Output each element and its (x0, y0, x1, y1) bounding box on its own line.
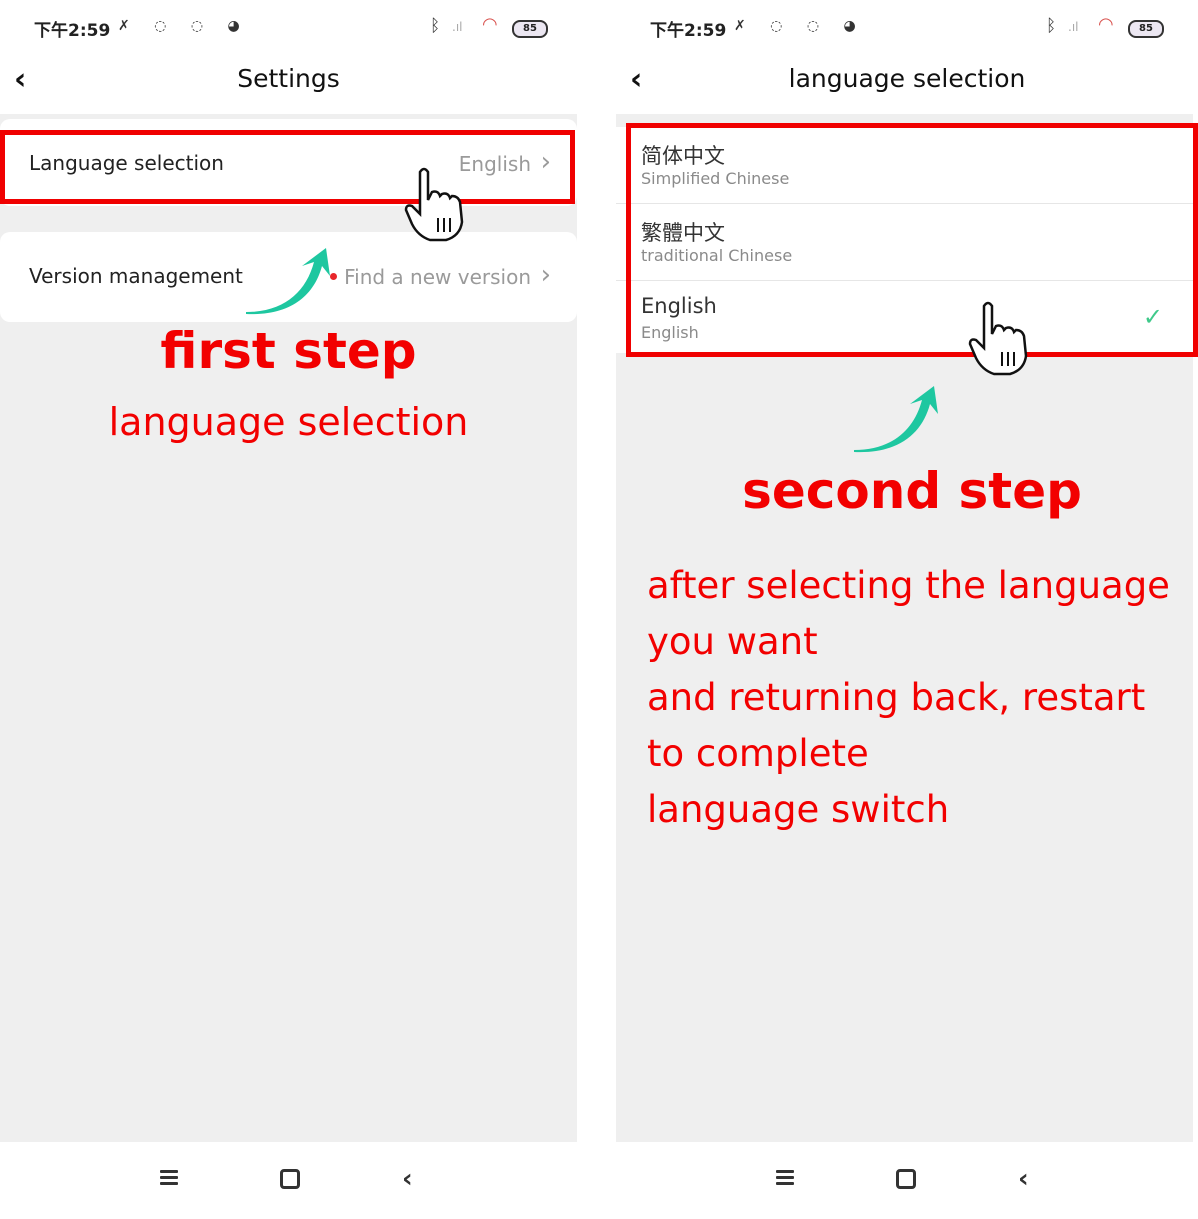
language-selection-screen: 下午2:59 ✗ ◌ ◌ ◕ ᛒ .ıl ◠ 85 ‹ language sel… (616, 0, 1198, 1219)
language-content: 简体中文 Simplified Chinese 繁體中文 traditional… (616, 114, 1198, 1142)
back-nav-icon[interactable]: ‹ (1018, 1164, 1029, 1194)
settings-content: Language selection English › Version man… (0, 114, 577, 1142)
note-line: you want (647, 620, 818, 663)
highlight-box (626, 123, 1198, 357)
bluetooth-icon: ᛒ (1046, 16, 1057, 36)
wifi-icon: ◠ (482, 14, 498, 35)
bluetooth-icon: ᛒ (430, 16, 441, 36)
signal-icon: .ıl (1068, 20, 1079, 34)
curved-arrow-icon (246, 248, 330, 315)
step-label: first step (160, 322, 417, 380)
home-nav-icon[interactable] (896, 1169, 916, 1189)
notification-icons: ✗ ◌ ◌ ◕ (118, 18, 250, 34)
note-line: and returning back, restart (647, 676, 1146, 719)
highlight-box (0, 130, 575, 204)
status-bar: 下午2:59 ✗ ◌ ◌ ◕ ᛒ .ıl ◠ 85 (0, 0, 577, 56)
hand-pointer-icon (404, 167, 464, 242)
notification-icons: ✗ ◌ ◌ ◕ (734, 18, 866, 34)
app-header: ‹ Settings (0, 56, 577, 114)
note-line: to complete (647, 732, 869, 775)
page-title: language selection (788, 64, 1026, 93)
step-label: second step (742, 462, 1082, 520)
row-label: Version management (29, 264, 243, 288)
status-time: 下午2:59 (34, 21, 111, 41)
step-note: language selection (108, 400, 469, 444)
hand-pointer-icon (968, 301, 1028, 376)
menu-nav-icon[interactable] (160, 1170, 178, 1186)
battery-icon: 85 (1128, 20, 1164, 38)
step-note: after selecting the language you want an… (647, 558, 1192, 838)
row-value: Find a new version (344, 265, 531, 289)
back-nav-icon[interactable]: ‹ (402, 1164, 413, 1194)
menu-nav-icon[interactable] (776, 1170, 794, 1186)
note-line: after selecting the language (647, 564, 1170, 607)
nav-bar: ‹ (0, 1142, 577, 1219)
signal-icon: .ıl (452, 20, 463, 34)
status-bar: 下午2:59 ✗ ◌ ◌ ◕ ᛒ .ıl ◠ 85 (616, 0, 1198, 56)
chevron-right-icon: › (540, 260, 551, 290)
note-line: language switch (647, 788, 950, 831)
curved-arrow-icon (854, 386, 938, 453)
battery-icon: 85 (512, 20, 548, 38)
home-nav-icon[interactable] (280, 1169, 300, 1189)
app-header: ‹ language selection (616, 56, 1198, 114)
wifi-icon: ◠ (1098, 14, 1114, 35)
status-time: 下午2:59 (650, 21, 727, 41)
nav-bar: ‹ (616, 1142, 1198, 1219)
settings-screen: 下午2:59 ✗ ◌ ◌ ◕ ᛒ .ıl ◠ 85 ‹ Settings Lan… (0, 0, 577, 1219)
page-title: Settings (237, 64, 340, 93)
